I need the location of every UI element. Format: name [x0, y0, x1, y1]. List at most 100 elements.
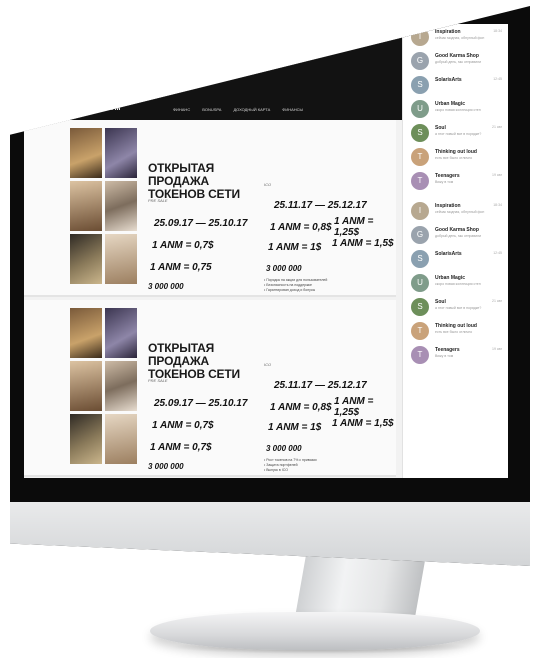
nav-link[interactable]: ФИНАНСЫ [282, 107, 303, 112]
thumbnail-image[interactable] [105, 234, 137, 284]
chat-time: 21 авг [492, 299, 502, 303]
chat-item[interactable]: I Inspiration сейчас модная, обнуглый фо… [411, 26, 502, 48]
chat-message: сейчас модная, обнуглый фон [435, 210, 485, 214]
chat-item[interactable]: I Inspiration сейчас модная, обнуглый фо… [411, 200, 502, 222]
chat-item[interactable]: S SolarisArts 12:45 [411, 74, 502, 96]
chat-item[interactable]: T Teenagers Вижу в том 19 авг [411, 170, 502, 192]
avatar: U [411, 100, 429, 118]
rate-value: 1 ANM = 0,7$ [150, 442, 212, 453]
site-logo[interactable]: DONUM [84, 105, 121, 112]
token-sale-feed: ОТКРЫТАЯ ПРОДАЖА ТОКЕНОВ СЕТИ PRE SALE I… [24, 120, 396, 478]
chat-item[interactable]: T Thinking out loud есть все было отличн… [411, 320, 502, 342]
chat-message: скоро новая коллекция стен [435, 108, 481, 112]
chat-name: Soul [435, 299, 446, 305]
chat-name: Soul [435, 125, 446, 131]
thumbnail-image[interactable] [105, 308, 137, 358]
thumbnail-image[interactable] [70, 234, 102, 284]
nav-link[interactable]: ФИНАНС [173, 107, 190, 112]
logo-icon [84, 105, 90, 111]
rate-value: 1 ANM = 1$ [268, 422, 322, 433]
avatar: G [411, 226, 429, 244]
chat-name: Thinking out loud [435, 323, 477, 329]
chat-time: 12:45 [493, 251, 502, 255]
thumbnail-image[interactable] [70, 414, 102, 464]
chat-item[interactable]: U Urban Magic скоро новая коллекция стен [411, 272, 502, 294]
rate-value: 1 ANM = 0,8$ [270, 222, 332, 233]
thumbnail-grid [70, 128, 138, 284]
avatar: T [411, 172, 429, 190]
token-sale-card: ОТКРЫТАЯ ПРОДАЖА ТОКЕНОВ СЕТИ PRE SALE I… [24, 120, 396, 297]
chat-name: Urban Magic [435, 275, 466, 281]
chat-item[interactable]: U Urban Magic скоро новая коллекция стен [411, 98, 502, 120]
pre-sale-label: PRE SALE [148, 378, 168, 383]
chat-name: Inspiration [435, 203, 461, 209]
rate-value: 1 ANM = 0,7$ [152, 240, 214, 251]
feature-list: Порядок на акции для пользователей Безоп… [264, 278, 384, 293]
feature-item: Гарантирован доход и бонусы [264, 288, 384, 293]
thumbnail-image[interactable] [105, 361, 137, 411]
rate-value: 1 ANM = 1,25$ [334, 396, 374, 418]
chat-sidebar: I Inspiration сейчас модная, обнуглый фо… [402, 24, 508, 478]
monitor-chin [10, 502, 530, 566]
avatar: U [411, 274, 429, 292]
thumbnail-image[interactable] [105, 128, 137, 178]
thumbnail-image[interactable] [105, 414, 137, 464]
feature-list: Рост токенов на 7% с привязки Защита пор… [264, 458, 384, 473]
chat-message: есть все было отлично [435, 330, 473, 334]
chat-message: сейчас модная, обнуглый фон [435, 36, 485, 40]
chat-message: добрый день, мы отправили [435, 60, 482, 64]
thumbnail-image[interactable] [105, 181, 137, 231]
avatar: T [411, 346, 429, 364]
thumbnail-image[interactable] [70, 128, 102, 178]
chat-message: а этот новый все в порядке? [435, 132, 482, 136]
chat-message: Вижу в том [435, 354, 454, 358]
pre-sale-dates: 25.09.17 — 25.10.17 [154, 218, 248, 229]
feature-item: Выпуск в ICO [264, 468, 384, 473]
chat-message: Вижу в том [435, 180, 454, 184]
avatar: G [411, 52, 429, 70]
ico-label: ICO [264, 182, 272, 187]
supply-value: 3 000 000 [266, 264, 302, 273]
card-title: ОТКРЫТАЯ ПРОДАЖА ТОКЕНОВ СЕТИ [148, 341, 240, 381]
thumbnail-image[interactable] [70, 361, 102, 411]
avatar: T [411, 322, 429, 340]
chat-item[interactable]: T Teenagers Вижу в том 19 авг [411, 344, 502, 366]
supply-value: 3 000 000 [148, 462, 184, 471]
chat-time: 21 авг [492, 125, 502, 129]
avatar: S [411, 250, 429, 268]
pre-sale-label: PRE SALE [148, 198, 168, 203]
thumbnail-image[interactable] [70, 308, 102, 358]
thumbnail-grid [70, 308, 138, 464]
chat-name: SolarisArts [435, 251, 462, 257]
rate-value: 1 ANM = 1,5$ [332, 238, 394, 249]
avatar: I [411, 202, 429, 220]
chat-time: 19 авг [492, 347, 502, 351]
chat-name: Teenagers [435, 347, 460, 353]
chat-item[interactable]: S Soul а этот новый все в порядке? 21 ав… [411, 122, 502, 144]
supply-value: 3 000 000 [266, 444, 302, 453]
chat-name: Good Karma Shop [435, 227, 479, 233]
chat-time: 12:45 [493, 77, 502, 81]
chat-name: SolarisArts [435, 77, 462, 83]
rate-value: 1 ANM = 0,8$ [270, 402, 332, 413]
chat-name: Good Karma Shop [435, 53, 479, 59]
chat-name: Teenagers [435, 173, 460, 179]
supply-value: 3 000 000 [148, 282, 184, 291]
rate-value: 1 ANM = 1$ [268, 242, 322, 253]
logo-text: DONUM [92, 105, 121, 112]
ico-dates: 25.11.17 — 25.12.17 [274, 200, 367, 211]
chat-message: добрый день, мы отправили [435, 234, 482, 238]
token-sale-card: ОТКРЫТАЯ ПРОДАЖА ТОКЕНОВ СЕТИ PRE SALE I… [24, 300, 396, 477]
chat-item[interactable]: T Thinking out loud есть все было отличн… [411, 146, 502, 168]
nav-link[interactable]: BONUSPA [202, 107, 221, 112]
nav-link[interactable]: ДОХОДНЫЙ КАРТА [233, 107, 270, 112]
chat-item[interactable]: S Soul а этот новый все в порядке? 21 ав… [411, 296, 502, 318]
chat-item[interactable]: G Good Karma Shop добрый день, мы отправ… [411, 50, 502, 72]
avatar: S [411, 124, 429, 142]
chat-message: а этот новый все в порядке? [435, 306, 482, 310]
thumbnail-image[interactable] [70, 181, 102, 231]
chat-name: Urban Magic [435, 101, 466, 107]
chat-item[interactable]: S SolarisArts 12:45 [411, 248, 502, 270]
chat-name: Inspiration [435, 29, 461, 35]
chat-item[interactable]: G Good Karma Shop добрый день, мы отправ… [411, 224, 502, 246]
